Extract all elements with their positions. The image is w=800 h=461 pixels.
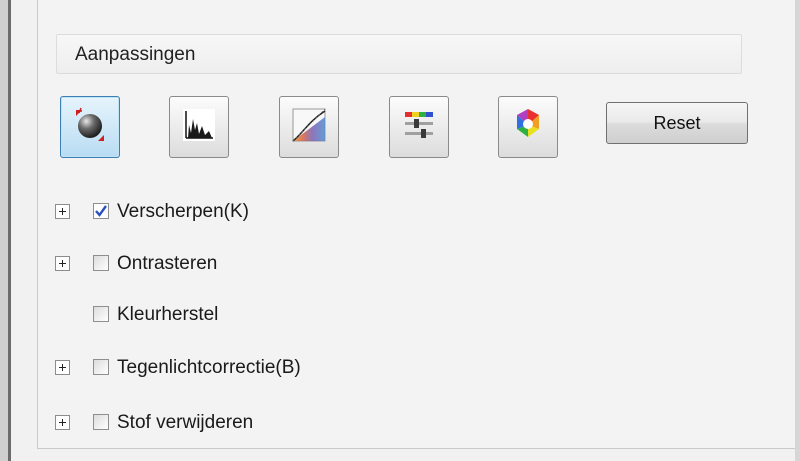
group-title: Aanpassingen <box>75 44 196 65</box>
descreen-label: Ontrasteren <box>117 253 218 274</box>
backlight-checkbox[interactable] <box>93 359 109 375</box>
expand-backlight-button[interactable] <box>55 360 70 375</box>
color-restore-checkbox[interactable] <box>93 306 109 322</box>
dust-removal-label: Stof verwijderen <box>117 412 254 433</box>
color-balance-button[interactable] <box>389 96 449 158</box>
scrollbar-track[interactable] <box>795 0 800 461</box>
auto-adjust-button[interactable] <box>60 96 120 158</box>
color-palette-icon <box>508 105 548 150</box>
backlight-label: Tegenlichtcorrectie(B) <box>117 357 301 378</box>
option-row-descreen: Ontrasteren <box>0 252 800 276</box>
window-left-border <box>0 0 8 461</box>
option-row-sharpen: Verscherpen(K) <box>0 200 800 224</box>
option-row-color-restore: Kleurherstel <box>0 303 800 327</box>
reset-button[interactable]: Reset <box>606 102 748 144</box>
auto-adjust-icon <box>70 105 110 150</box>
color-restore-label: Kleurherstel <box>117 304 219 325</box>
tone-curve-button[interactable] <box>279 96 339 158</box>
color-palette-button[interactable] <box>498 96 558 158</box>
checkmark-icon <box>95 205 107 217</box>
histogram-icon <box>179 105 219 150</box>
tone-curve-icon <box>289 105 329 150</box>
descreen-checkbox[interactable] <box>93 255 109 271</box>
expand-descreen-button[interactable] <box>55 256 70 271</box>
adjustments-group-header: Aanpassingen <box>56 34 742 74</box>
dust-removal-checkbox[interactable] <box>93 414 109 430</box>
color-balance-icon <box>399 105 439 150</box>
option-row-dust-removal: Stof verwijderen <box>0 411 800 435</box>
expand-sharpen-button[interactable] <box>55 204 70 219</box>
sharpen-checkbox[interactable] <box>93 203 109 219</box>
histogram-button[interactable] <box>169 96 229 158</box>
option-row-backlight: Tegenlichtcorrectie(B) <box>0 356 800 380</box>
sharpen-label: Verscherpen(K) <box>117 201 250 222</box>
expand-dust-removal-button[interactable] <box>55 415 70 430</box>
